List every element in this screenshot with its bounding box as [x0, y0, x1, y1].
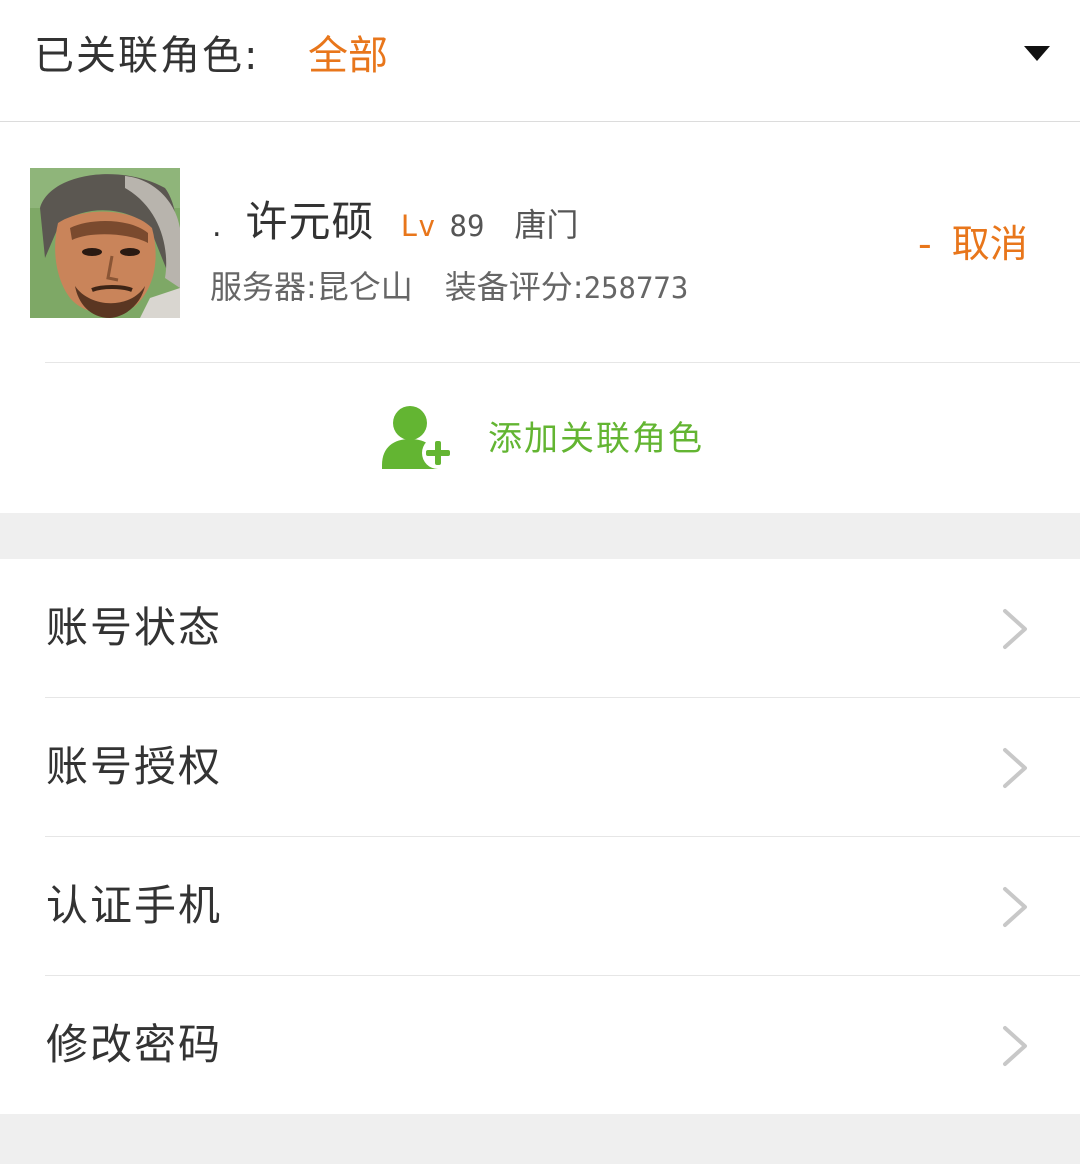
chevron-right-icon: [1003, 1026, 1027, 1066]
menu-item-label: 账号授权: [46, 742, 223, 791]
filter-label: 已关联角色:: [34, 33, 260, 79]
level-label: Lv: [400, 209, 436, 243]
menu-item-account-status[interactable]: 账号状态: [0, 559, 1080, 698]
chevron-right-icon: [1003, 609, 1027, 649]
character-name: 许元硕: [245, 197, 375, 246]
level-value: 89: [449, 209, 485, 243]
linked-roles-section: 已关联角色: 全部 . 许元硕 Lv 89 唐门 服务器:昆仑山 装备评分:25…: [0, 0, 1080, 513]
server-name: 服务器:昆仑山: [210, 268, 413, 306]
cancel-label: 取消: [951, 222, 1028, 266]
minus-icon: -: [918, 222, 932, 266]
character-title-line: . 许元硕 Lv 89 唐门: [212, 188, 578, 248]
add-user-icon: [382, 406, 454, 469]
character-info-line: 服务器:昆仑山 装备评分:258773: [210, 262, 688, 308]
filter-value[interactable]: 全部: [308, 28, 388, 84]
add-linked-role-label: 添加关联角色: [488, 419, 704, 459]
menu-item-account-authorization[interactable]: 账号授权: [0, 698, 1080, 837]
menu-item-label: 修改密码: [46, 1020, 223, 1069]
add-linked-role-button[interactable]: 添加关联角色: [0, 363, 1080, 513]
equipment-score: 装备评分:258773: [445, 262, 689, 308]
chevron-right-icon: [1003, 887, 1027, 927]
score-value: 258773: [583, 271, 689, 305]
menu-item-verify-phone[interactable]: 认证手机: [0, 837, 1080, 976]
menu-item-change-password[interactable]: 修改密码: [0, 976, 1080, 1115]
score-label: 装备评分:: [444, 268, 584, 306]
menu-item-label: 认证手机: [46, 881, 223, 930]
character-class: 唐门: [514, 206, 579, 244]
role-filter-bar[interactable]: 已关联角色: 全部: [0, 0, 1080, 122]
chevron-right-icon: [1003, 748, 1027, 788]
menu-item-label: 账号状态: [46, 603, 223, 652]
avatar: [30, 168, 180, 318]
character-card: . 许元硕 Lv 89 唐门 服务器:昆仑山 装备评分:258773 - 取消: [0, 122, 1080, 362]
chevron-down-icon[interactable]: [1024, 46, 1050, 61]
cancel-link-button[interactable]: - 取消: [918, 218, 1028, 270]
character-prefix: .: [212, 209, 222, 244]
account-menu: 账号状态 账号授权 认证手机 修改密码: [0, 559, 1080, 1114]
character-portrait-icon: [30, 168, 180, 318]
